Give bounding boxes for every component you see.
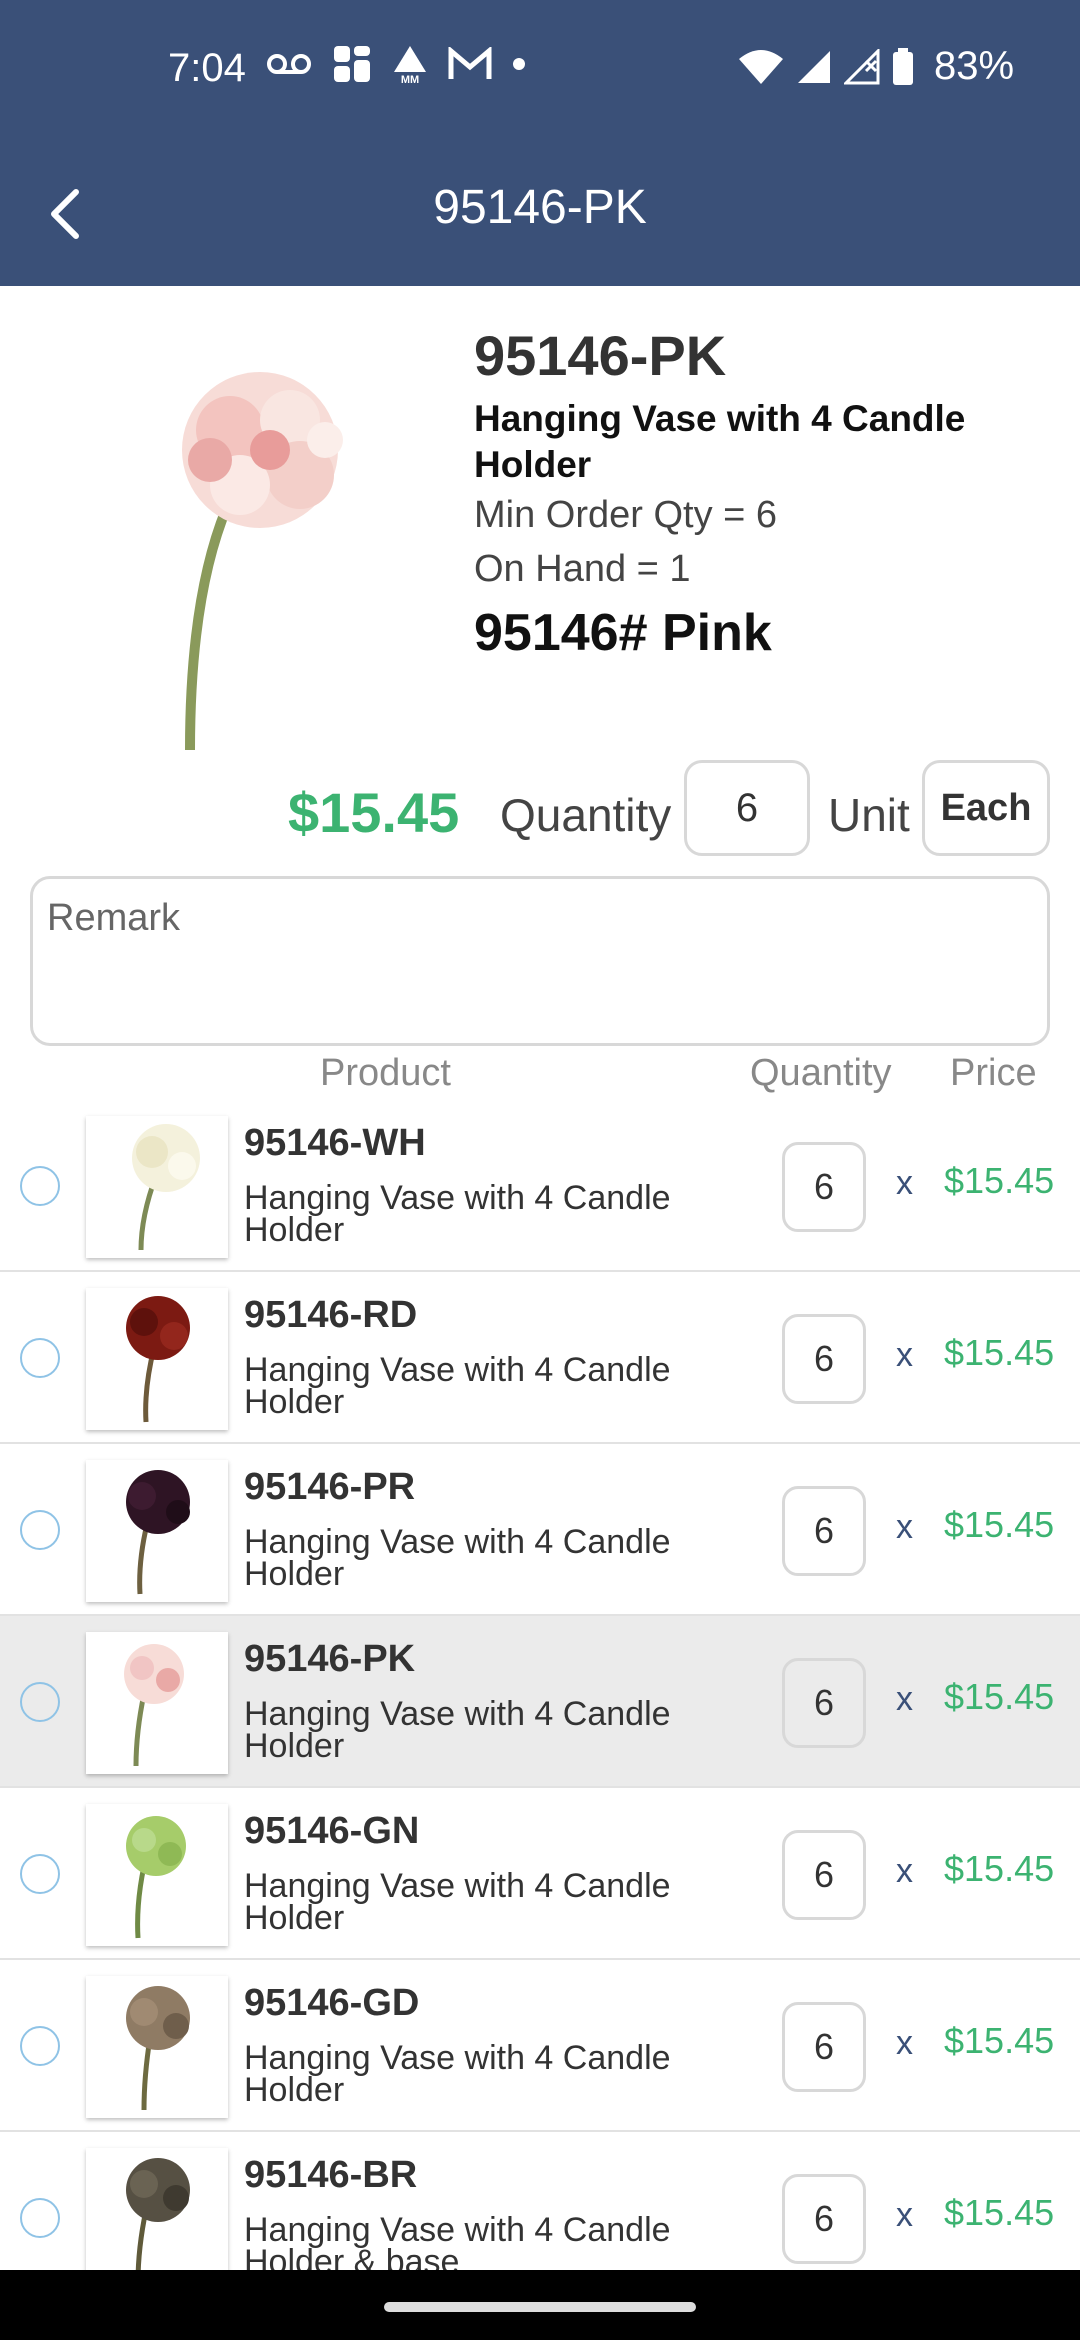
- gmail-icon: [448, 47, 492, 79]
- app-bar: 7:04 MM 83% 95146-PK: [0, 0, 1080, 286]
- unit-label: Unit: [828, 789, 910, 841]
- product-thumbnail: [86, 1804, 228, 1946]
- item-code: 95146-RD: [244, 1294, 418, 1336]
- on-hand: On Hand = 1: [474, 548, 691, 590]
- item-name: Hanging Vase with 4 Candle Holder: [244, 1351, 671, 1421]
- list-item[interactable]: 95146-GD Hanging Vase with 4 Candle Hold…: [0, 1960, 1080, 2132]
- column-product: Product: [320, 1052, 451, 1094]
- product-code: 95146-PK: [474, 324, 727, 387]
- times-sign: x: [896, 1852, 913, 1890]
- mm-icon: MM: [394, 46, 426, 84]
- min-order-qty: Min Order Qty = 6: [474, 494, 778, 536]
- select-radio[interactable]: [20, 2026, 60, 2066]
- product-thumbnail: [86, 1632, 228, 1774]
- item-quantity-input[interactable]: 6: [782, 1314, 866, 1404]
- times-sign: x: [896, 1508, 913, 1546]
- product-thumbnail: [86, 1116, 228, 1258]
- select-radio[interactable]: [20, 1854, 60, 1894]
- home-gesture-handle[interactable]: [384, 2302, 696, 2312]
- item-price: $15.45: [944, 1848, 1055, 1889]
- product-thumbnail: [86, 1976, 228, 2118]
- times-sign: x: [896, 2024, 913, 2062]
- product-detail: 95146-PK Hanging Vase with 4 Candle Hold…: [474, 322, 1054, 666]
- battery-percent: 83%: [934, 44, 1015, 88]
- select-radio[interactable]: [20, 1166, 60, 1206]
- select-radio[interactable]: [20, 1338, 60, 1378]
- product-thumbnail: [86, 2148, 228, 2290]
- item-name: Hanging Vase with 4 Candle Holder: [244, 1695, 671, 1765]
- item-quantity-input[interactable]: 6: [782, 2002, 866, 2092]
- item-quantity-input[interactable]: 6: [782, 1486, 866, 1576]
- status-time: 7:04: [168, 46, 246, 90]
- order-row: $15.45 Quantity 6 Unit Each: [0, 760, 1080, 860]
- item-quantity-input[interactable]: 6: [782, 1658, 866, 1748]
- status-bar: 7:04 MM 83%: [0, 0, 1080, 140]
- times-sign: x: [896, 1164, 913, 1202]
- item-code: 95146-PK: [244, 1638, 416, 1680]
- gesture-nav-bar: [0, 2270, 1080, 2340]
- list-header: Product Quantity Price: [0, 1052, 1080, 1102]
- column-price: Price: [950, 1052, 1037, 1094]
- column-quantity: Quantity: [750, 1052, 892, 1094]
- item-price: $15.45: [944, 1676, 1055, 1717]
- item-name: Hanging Vase with 4 Candle Holder: [244, 1179, 671, 1249]
- item-name: Hanging Vase with 4 Candle Holder & base: [244, 2211, 671, 2281]
- list-item[interactable]: 95146-WH Hanging Vase with 4 Candle Hold…: [0, 1100, 1080, 1272]
- product-name: Hanging Vase with 4 Candle Holder: [474, 398, 966, 485]
- list-item[interactable]: 95146-GN Hanging Vase with 4 Candle Hold…: [0, 1788, 1080, 1960]
- item-name: Hanging Vase with 4 Candle Holder: [244, 1867, 671, 1937]
- select-radio[interactable]: [20, 2198, 60, 2238]
- product-variant: 95146# Pink: [474, 604, 772, 662]
- product-price: $15.45: [288, 781, 460, 844]
- toolbar: 95146-PK: [0, 170, 1080, 250]
- voicemail-icon: [267, 54, 311, 74]
- dot-icon: [513, 58, 525, 70]
- item-name: Hanging Vase with 4 Candle Holder: [244, 1523, 671, 1593]
- app-icon: [334, 46, 370, 82]
- item-price: $15.45: [944, 2192, 1055, 2233]
- notification-icons: MM: [266, 44, 526, 84]
- svg-text:MM: MM: [401, 74, 419, 84]
- item-quantity-input[interactable]: 6: [782, 1830, 866, 1920]
- product-image: [182, 372, 343, 750]
- list-item[interactable]: 95146-PR Hanging Vase with 4 Candle Hold…: [0, 1444, 1080, 1616]
- item-price: $15.45: [944, 1504, 1055, 1545]
- remark-field[interactable]: Remark: [30, 876, 1050, 1046]
- item-code: 95146-BR: [244, 2154, 418, 2196]
- item-quantity-input[interactable]: 6: [782, 2174, 866, 2264]
- item-name: Hanging Vase with 4 Candle Holder: [244, 2039, 671, 2109]
- item-code: 95146-WH: [244, 1122, 426, 1164]
- system-icons: 83%: [738, 44, 1014, 89]
- list-item[interactable]: 95146-RD Hanging Vase with 4 Candle Hold…: [0, 1272, 1080, 1444]
- select-radio[interactable]: [20, 1510, 60, 1550]
- item-price: $15.45: [944, 2020, 1055, 2061]
- item-code: 95146-GD: [244, 1982, 420, 2024]
- item-code: 95146-GN: [244, 1810, 420, 1852]
- times-sign: x: [896, 1336, 913, 1374]
- item-quantity-input[interactable]: 6: [782, 1142, 866, 1232]
- product-thumbnail: [86, 1288, 228, 1430]
- list-item-selected[interactable]: 95146-PK Hanging Vase with 4 Candle Hold…: [0, 1616, 1080, 1788]
- select-radio[interactable]: [20, 1682, 60, 1722]
- signal-x-icon: [844, 48, 880, 84]
- product-thumbnail: [86, 1460, 228, 1602]
- page-title: 95146-PK: [433, 181, 647, 234]
- wifi-icon: [739, 49, 783, 84]
- unit-selector[interactable]: Each: [922, 760, 1050, 856]
- battery-icon: [893, 47, 913, 85]
- times-sign: x: [896, 2196, 913, 2234]
- times-sign: x: [896, 1680, 913, 1718]
- item-price: $15.45: [944, 1160, 1055, 1201]
- signal-icon: [798, 50, 830, 83]
- product-list: 95146-WH Hanging Vase with 4 Candle Hold…: [0, 1100, 1080, 2304]
- item-code: 95146-PR: [244, 1466, 416, 1508]
- item-price: $15.45: [944, 1332, 1055, 1373]
- quantity-label: Quantity: [500, 789, 672, 841]
- quantity-input[interactable]: 6: [684, 760, 810, 856]
